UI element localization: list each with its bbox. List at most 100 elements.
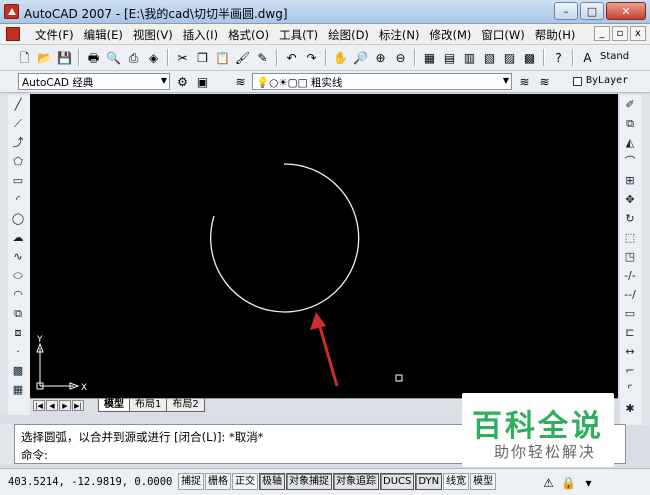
prev-tab-icon[interactable]: ◀ — [46, 400, 58, 411]
point-icon[interactable]: · — [8, 342, 28, 361]
layer-combo[interactable]: 💡○☀▢□ 粗实线 ▼ — [252, 73, 512, 90]
layer-manager-icon[interactable]: ≋ — [232, 73, 249, 90]
pan-icon[interactable]: ✋ — [332, 49, 349, 66]
stretch-icon[interactable]: ◳ — [620, 247, 640, 266]
spline-icon[interactable]: ∿ — [8, 247, 28, 266]
layer-previous-icon[interactable]: ≋ — [536, 73, 553, 90]
break-icon[interactable]: ⊏ — [620, 323, 640, 342]
communication-center-icon[interactable]: ⚠ — [540, 474, 557, 491]
lock-icon[interactable]: 🔒 — [560, 474, 577, 491]
print-preview-icon[interactable]: 🔍 — [105, 49, 122, 66]
minimize-button[interactable]: – — [554, 2, 578, 20]
text-style-label[interactable]: Stand — [600, 51, 629, 62]
move-icon[interactable]: ✥ — [620, 190, 640, 209]
ellipse-icon[interactable]: ⬭ — [8, 266, 28, 285]
arc-entity[interactable] — [210, 163, 360, 313]
new-icon[interactable]: 🗋 — [16, 49, 33, 66]
menu-help[interactable]: 帮助(H) — [530, 27, 581, 43]
first-tab-icon[interactable]: |◀ — [33, 400, 45, 411]
rotate-icon[interactable]: ↻ — [620, 209, 640, 228]
insert-block-icon[interactable]: ⧉ — [8, 304, 28, 323]
paste-icon[interactable]: 📋 — [214, 49, 231, 66]
make-layer-current-icon[interactable]: ≋ — [516, 73, 533, 90]
menu-dimension[interactable]: 标注(N) — [374, 27, 425, 43]
construction-line-icon[interactable]: ⟋ — [8, 114, 28, 133]
cut-icon[interactable]: ✂ — [174, 49, 191, 66]
explode-icon[interactable]: ✱ — [620, 399, 640, 418]
erase-icon[interactable]: ✐ — [620, 95, 640, 114]
zoom-realtime-icon[interactable]: 🔎 — [352, 49, 369, 66]
model-toggle[interactable]: 模型 — [470, 473, 497, 490]
doc-minimize-button[interactable]: _ — [594, 26, 610, 41]
polyline-icon[interactable]: ⤴ — [8, 133, 28, 152]
next-tab-icon[interactable]: ▶ — [59, 400, 71, 411]
make-block-icon[interactable]: ⧈ — [8, 323, 28, 342]
menu-edit[interactable]: 编辑(E) — [79, 27, 128, 43]
properties-icon[interactable]: ▦ — [421, 49, 438, 66]
menu-insert[interactable]: 插入(I) — [178, 27, 223, 43]
color-swatch[interactable] — [573, 77, 582, 86]
line-icon[interactable]: ╱ — [8, 95, 28, 114]
calculator-icon[interactable]: ▩ — [521, 49, 538, 66]
print-icon[interactable]: 🖶 — [85, 49, 102, 66]
command-window-grip[interactable] — [0, 424, 14, 464]
menu-modify[interactable]: 修改(M) — [425, 27, 477, 43]
revision-cloud-icon[interactable]: ☁ — [8, 228, 28, 247]
menu-view[interactable]: 视图(V) — [128, 27, 178, 43]
arc-icon[interactable]: ◜ — [8, 190, 28, 209]
chamfer-icon[interactable]: ⌐ — [620, 361, 640, 380]
menu-file[interactable]: 文件(F) — [30, 27, 79, 43]
undo-icon[interactable]: ↶ — [283, 49, 300, 66]
drawing-canvas[interactable]: Y X — [30, 94, 618, 398]
ellipse-arc-icon[interactable]: ◠ — [8, 285, 28, 304]
block-editor-icon[interactable]: ✎ — [254, 49, 271, 66]
menu-format[interactable]: 格式(O) — [223, 27, 274, 43]
polygon-icon[interactable]: ⬠ — [8, 152, 28, 171]
redo-icon[interactable]: ↷ — [303, 49, 320, 66]
osnap-toggle[interactable]: 对象捕捉 — [286, 473, 332, 490]
design-center-icon[interactable]: ▤ — [441, 49, 458, 66]
copy-icon[interactable]: ❐ — [194, 49, 211, 66]
dyn-toggle[interactable]: DYN — [415, 473, 443, 490]
title-bar[interactable]: AutoCAD 2007 - [E:\我的cad\切切半画圆.dwg] – □ … — [0, 0, 650, 24]
chevron-down-icon[interactable]: ▾ — [580, 474, 597, 491]
mirror-icon[interactable]: ◭ — [620, 133, 640, 152]
doc-close-button[interactable]: x — [630, 26, 646, 41]
trim-icon[interactable]: -/- — [620, 266, 640, 285]
array-icon[interactable]: ⊞ — [620, 171, 640, 190]
markup-icon[interactable]: ▨ — [501, 49, 518, 66]
lineweight-toggle[interactable]: 线宽 — [443, 473, 470, 490]
menu-window[interactable]: 窗口(W) — [476, 27, 529, 43]
maximize-button[interactable]: □ — [580, 2, 604, 20]
copy-object-icon[interactable]: ⧉ — [620, 114, 640, 133]
extend-icon[interactable]: --/ — [620, 285, 640, 304]
sheet-set-icon[interactable]: ▧ — [481, 49, 498, 66]
3d-dwf-icon[interactable]: ◈ — [145, 49, 162, 66]
tab-layout2[interactable]: 布局2 — [166, 399, 205, 412]
autocad-app-icon[interactable] — [4, 4, 19, 19]
circle-icon[interactable]: ◯ — [8, 209, 28, 228]
offset-icon[interactable]: ⌒ — [620, 152, 640, 171]
scale-icon[interactable]: ⬚ — [620, 228, 640, 247]
save-icon[interactable]: 💾 — [56, 49, 73, 66]
doc-restore-button[interactable]: ▫ — [612, 26, 628, 41]
snap-toggle[interactable]: 捕捉 — [178, 473, 204, 490]
publish-icon[interactable]: ⎙ — [125, 49, 142, 66]
break-at-point-icon[interactable]: ▭ — [620, 304, 640, 323]
menu-tools[interactable]: 工具(T) — [274, 27, 323, 43]
open-icon[interactable]: 📂 — [36, 49, 53, 66]
tab-layout1[interactable]: 布局1 — [129, 399, 168, 412]
otrack-toggle[interactable]: 对象追踪 — [333, 473, 379, 490]
fillet-icon[interactable]: ⌜ — [620, 380, 640, 399]
match-properties-icon[interactable]: 🖌 — [234, 49, 251, 66]
workspace-settings-icon[interactable]: ⚙ — [174, 73, 191, 90]
tool-palettes-icon[interactable]: ▥ — [461, 49, 478, 66]
color-control-value[interactable]: ByLayer — [586, 75, 628, 86]
last-tab-icon[interactable]: ▶| — [72, 400, 84, 411]
zoom-previous-icon[interactable]: ⊖ — [392, 49, 409, 66]
zoom-window-icon[interactable]: ⊕ — [372, 49, 389, 66]
ducs-toggle[interactable]: DUCS — [380, 473, 415, 490]
tab-model[interactable]: 模型 — [98, 399, 130, 412]
command-prompt[interactable]: 命令: — [21, 447, 48, 463]
close-button[interactable]: ✕ — [606, 2, 646, 20]
